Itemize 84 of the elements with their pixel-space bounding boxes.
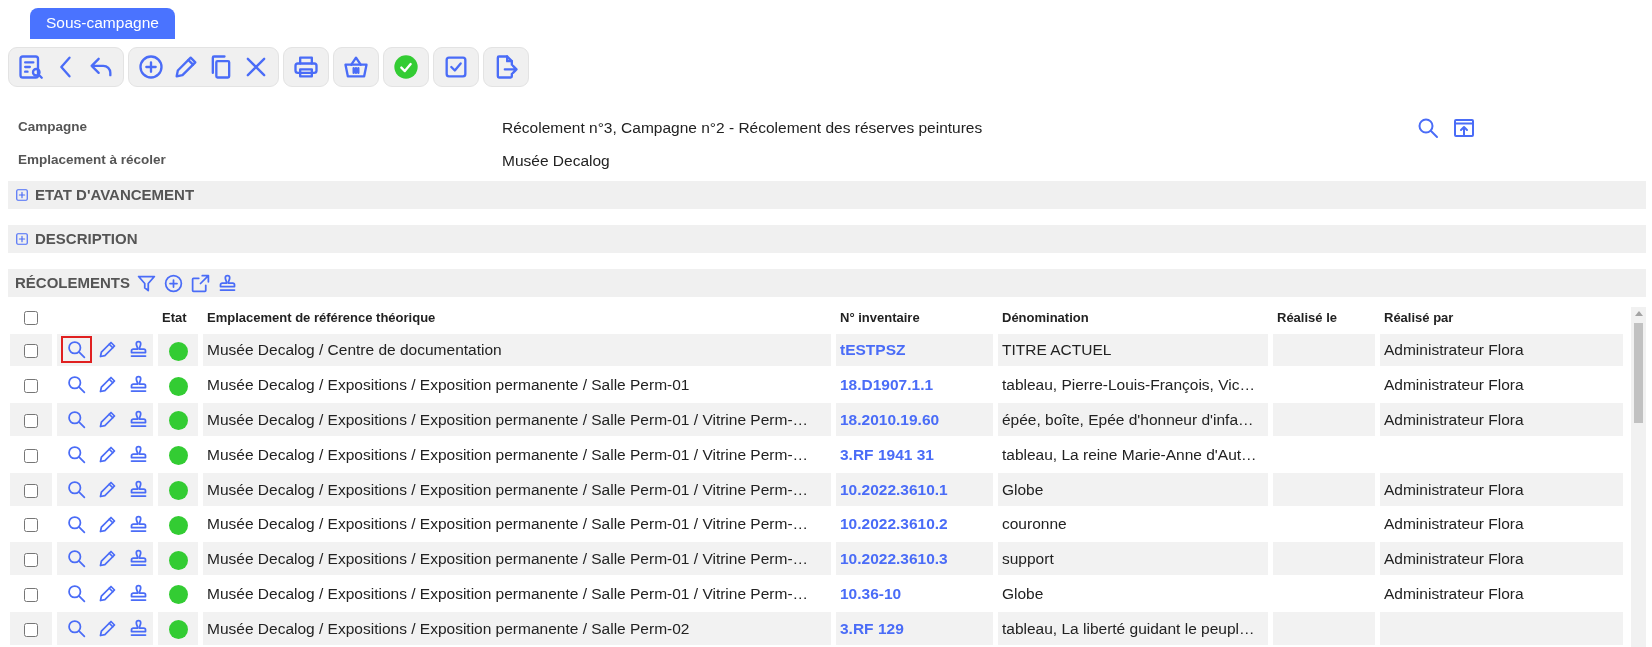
stamp-icon <box>128 443 149 465</box>
field-label: Campagne <box>17 118 89 137</box>
table-cell: Administrateur Flora <box>1384 550 1524 568</box>
section-header[interactable]: DESCRIPTION <box>8 225 1646 253</box>
search-button[interactable] <box>61 336 92 364</box>
column-header: Emplacement de référence théorique <box>207 309 436 325</box>
inventory-link[interactable]: 10.2022.3610.2 <box>840 515 948 533</box>
table-cell: Administrateur Flora <box>1384 515 1524 533</box>
search-icon <box>66 548 87 570</box>
table-cell: tableau, La liberté guidant le peupl… <box>1002 619 1255 637</box>
table-cell: Globe <box>1002 480 1044 498</box>
column-header: N° inventaire <box>840 309 920 325</box>
table-cell: Musée Decalog / Expositions / Exposition permanente / Salle Perm-01 <box>207 376 690 394</box>
table-cell: Globe <box>1002 585 1044 603</box>
inventory-link[interactable]: 18.D1907.1.1 <box>840 376 934 394</box>
select-all-checkbox[interactable] <box>24 311 38 326</box>
plus-square-button[interactable] <box>15 232 29 246</box>
column-header: Réalisé par <box>1384 309 1454 325</box>
table-cell: Musée Decalog / Expositions / Exposition permanente / Salle Perm-01 / Vitrine Perm-… <box>207 550 809 568</box>
table-cell: Musée Decalog / Expositions / Exposition permanente / Salle Perm-01 / Vitrine Perm-… <box>207 445 809 463</box>
stamp-icon <box>128 478 149 500</box>
table-cell: Administrateur Flora <box>1384 341 1524 359</box>
field-label: Emplacement à récoler <box>17 151 167 170</box>
section-title: DESCRIPTION <box>35 228 138 249</box>
table-cell: support <box>1002 550 1054 568</box>
external-button[interactable] <box>190 272 211 294</box>
table-cell: Administrateur Flora <box>1384 480 1524 498</box>
table-cell: tableau, La reine Marie-Anne d'Aut… <box>1002 445 1257 463</box>
row-checkbox[interactable] <box>24 622 38 637</box>
section-header[interactable]: ETAT D'AVANCEMENT <box>8 181 1646 209</box>
table-cell: Administrateur Flora <box>1384 585 1524 603</box>
add-button[interactable] <box>163 272 184 294</box>
row-checkbox[interactable] <box>24 588 38 602</box>
table-cell: Musée Decalog / Centre de documentation <box>207 341 502 359</box>
field-value: Récolement n°3, Campagne n°2 - Récolement des réserves peintures <box>502 117 984 138</box>
search-icon <box>66 478 87 500</box>
plus-square-icon <box>15 232 29 246</box>
table-cell: tableau, Pierre-Louis-François, Vic… <box>1002 376 1255 394</box>
table-cell: Musée Decalog / Expositions / Exposition permanente / Salle Perm-02 <box>207 619 690 637</box>
plus-circle-icon <box>137 53 165 81</box>
table-cell: Musée Decalog / Expositions / Exposition permanente / Salle Perm-01 / Vitrine Perm-… <box>207 410 809 428</box>
scroll-up-arrow[interactable] <box>1635 311 1643 316</box>
field-value: Musée Decalog <box>502 150 611 171</box>
scroll-thumb[interactable] <box>1634 323 1643 423</box>
plus-square-button[interactable] <box>15 188 29 202</box>
column-header: Etat <box>162 309 187 325</box>
section-title: ETAT D'AVANCEMENT <box>35 184 195 205</box>
stamp-icon <box>128 513 149 535</box>
document-search-icon <box>17 53 45 81</box>
stamp-icon <box>217 272 238 294</box>
row-checkbox[interactable] <box>24 448 38 463</box>
plus-circle-icon <box>163 272 184 294</box>
check-circle-icon <box>392 53 420 81</box>
row-checkbox[interactable] <box>24 379 38 393</box>
row-checkbox[interactable] <box>24 413 38 428</box>
stamp-button[interactable] <box>217 272 238 294</box>
column-header: Réalisé le <box>1277 309 1337 325</box>
table-cell: Musée Decalog / Expositions / Exposition permanente / Salle Perm-01 / Vitrine Perm-… <box>207 480 809 498</box>
row-checkbox[interactable] <box>24 518 38 533</box>
table-cell: Administrateur Flora <box>1384 410 1524 428</box>
table-cell: Administrateur Flora <box>1384 376 1524 394</box>
plus-square-icon <box>15 188 29 202</box>
search-icon <box>66 443 87 465</box>
row-checkbox[interactable] <box>24 553 38 568</box>
search-icon <box>66 513 87 535</box>
search-icon <box>66 374 87 396</box>
section-title: RÉCOLEMENTS <box>15 272 130 293</box>
table-cell: épée, boîte, Epée d'honneur d'infa… <box>1002 410 1254 428</box>
row-checkbox[interactable] <box>24 483 38 498</box>
table-cell: Musée Decalog / Expositions / Exposition permanente / Salle Perm-01 / Vitrine Perm-… <box>207 585 809 603</box>
search-icon <box>66 339 87 361</box>
tab[interactable]: Sous-campagne <box>30 8 175 39</box>
scrollbar[interactable] <box>1631 307 1646 647</box>
external-link-icon <box>190 272 211 294</box>
table-cell: Musée Decalog / Expositions / Exposition permanente / Salle Perm-01 / Vitrine Perm-… <box>207 515 809 533</box>
row-checkbox[interactable] <box>24 344 38 359</box>
table-cell: couronne <box>1002 515 1067 533</box>
table-cell: TITRE ACTUEL <box>1002 341 1112 359</box>
search-icon <box>66 409 87 431</box>
search-icon <box>66 583 87 605</box>
search-icon <box>66 618 87 640</box>
inventory-link[interactable]: 10.36-10 <box>840 585 902 603</box>
column-header: Dénomination <box>1002 309 1089 325</box>
inventory-link[interactable]: 3.RF 1941 31 <box>840 445 934 463</box>
